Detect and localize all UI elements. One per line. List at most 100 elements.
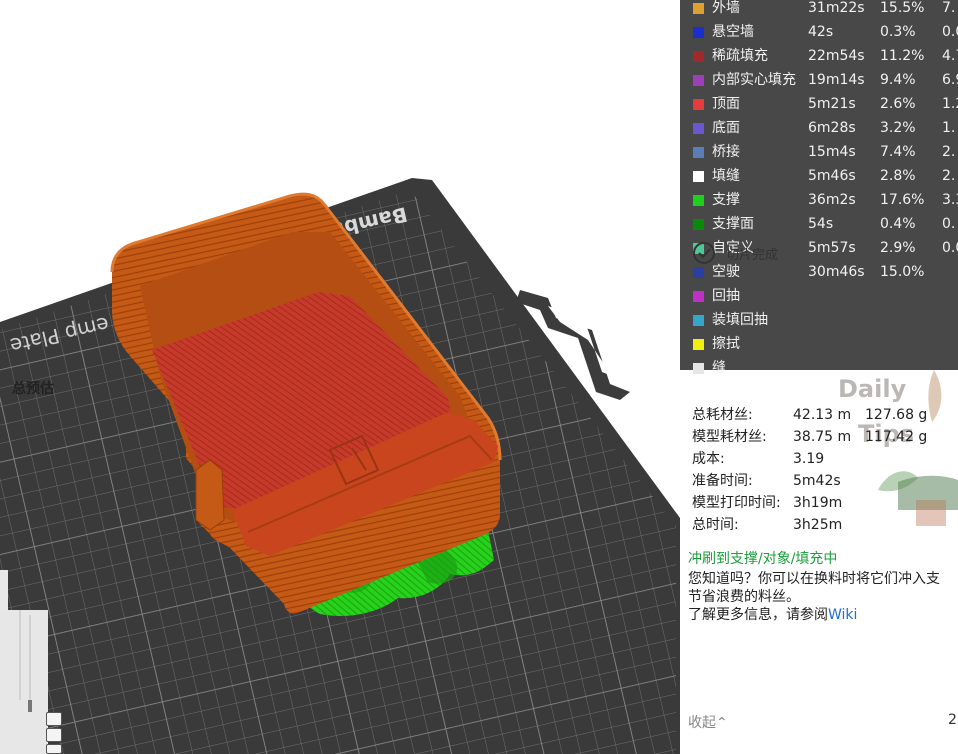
legend-item-percent: 9.4% bbox=[880, 72, 916, 88]
legend-item-time: 22m54s bbox=[808, 48, 865, 64]
legend-item-name: 擦拭 bbox=[712, 336, 740, 352]
tip-title: 冲刷到支撑/对象/填充中 bbox=[688, 551, 838, 567]
legend-swatch bbox=[693, 363, 704, 374]
legend-item-extra: 2. bbox=[942, 168, 956, 184]
legend-item-percent: 15.0% bbox=[880, 264, 925, 280]
legend-swatch bbox=[693, 3, 704, 14]
legend-item-percent: 0.3% bbox=[880, 24, 916, 40]
legend-item-name: 外墙 bbox=[712, 0, 740, 16]
estimate-row: 成本: 3.19 bbox=[680, 448, 958, 470]
estimate-value: 42.13 m bbox=[793, 407, 852, 423]
estimate-label: 模型耗材丝: bbox=[692, 429, 767, 445]
legend-item-name: 装填回抽 bbox=[712, 312, 768, 328]
estimate-label: 模型打印时间: bbox=[692, 495, 781, 511]
legend-item-percent: 2.6% bbox=[880, 96, 916, 112]
slice-status-label: 切片完成 bbox=[726, 247, 779, 263]
legend-item: 支撑 36m2s 17.6% 3.3 bbox=[680, 188, 958, 212]
estimate-label: 准备时间: bbox=[692, 473, 753, 489]
estimate-row: 模型打印时间: 3h19m bbox=[680, 492, 958, 514]
tip-line-1: 您知道吗？你可以在换料时将它们冲入支 bbox=[688, 571, 940, 587]
legend-swatch bbox=[693, 123, 704, 134]
estimate-weight: 127.68 g bbox=[865, 407, 928, 423]
legend-swatch bbox=[693, 195, 704, 206]
legend-item-percent: 3.2% bbox=[880, 120, 916, 136]
legend-item-percent: 11.2% bbox=[880, 48, 925, 64]
legend-item-extra: 1. bbox=[942, 120, 956, 136]
page-number: 2 bbox=[948, 712, 957, 728]
legend-swatch bbox=[693, 219, 704, 230]
legend-item-percent: 17.6% bbox=[880, 192, 925, 208]
legend-item-extra: 0. bbox=[942, 216, 956, 232]
legend-item: 顶面 5m21s 2.6% 1.2 bbox=[680, 92, 958, 116]
legend-item-name: 回抽 bbox=[712, 288, 740, 304]
tip-line-2: 节省浪费的料丝。 bbox=[688, 589, 800, 605]
legend-item: 外墙 31m22s 15.5% 7. bbox=[680, 0, 958, 20]
legend-swatch bbox=[693, 315, 704, 326]
legend-item-extra: 0.0 bbox=[942, 24, 958, 40]
legend-item-time: 30m46s bbox=[808, 264, 865, 280]
legend-item-name: 内部实心填充 bbox=[712, 72, 796, 88]
legend-item-extra: 0.0 bbox=[942, 240, 958, 256]
tip-line-3: 了解更多信息，请参阅Wiki bbox=[688, 604, 857, 624]
legend-item-percent: 15.5% bbox=[880, 0, 925, 16]
tip-line-3-text: 了解更多信息，请参阅 bbox=[688, 607, 828, 623]
legend-item-percent: 0.4% bbox=[880, 216, 916, 232]
legend-item-time: 42s bbox=[808, 24, 834, 40]
legend-item-time: 31m22s bbox=[808, 0, 865, 16]
legend-item-extra: 7. bbox=[942, 0, 956, 16]
estimate-label: 成本: bbox=[692, 451, 725, 467]
legend-item-name: 填缝 bbox=[712, 168, 740, 184]
legend-item: 擦拭 bbox=[680, 332, 958, 356]
notification-panel: 冲刷到支撑/对象/填充中 您知道吗？你可以在换料时将它们冲入支 节省浪费的料丝。… bbox=[680, 542, 958, 754]
legend-item: 稀疏填充 22m54s 11.2% 4.7 bbox=[680, 44, 958, 68]
legend-item-time: 15m4s bbox=[808, 144, 856, 160]
estimate-row: 模型耗材丝: 38.75 m 117.42 g bbox=[680, 426, 958, 448]
legend-item-name: 缝 bbox=[712, 360, 726, 376]
estimate-value: 3h25m bbox=[793, 517, 843, 533]
legend-item: 悬空墙 42s 0.3% 0.0 bbox=[680, 20, 958, 44]
legend-item-time: 5m46s bbox=[808, 168, 856, 184]
legend-item-extra: 6.9 bbox=[942, 72, 958, 88]
legend-item: 装填回抽 bbox=[680, 308, 958, 332]
estimate-value: 3.19 bbox=[793, 451, 825, 467]
legend-item-time: 5m57s bbox=[808, 240, 856, 256]
legend-item-name: 支撑面 bbox=[712, 216, 754, 232]
legend-item-name: 悬空墙 bbox=[712, 24, 754, 40]
legend-item: 桥接 15m4s 7.4% 2. bbox=[680, 140, 958, 164]
legend-swatch bbox=[693, 147, 704, 158]
legend-item: 回抽 bbox=[680, 284, 958, 308]
legend-item-extra: 1.2 bbox=[942, 96, 958, 112]
legend-item-extra: 4.7 bbox=[942, 48, 958, 64]
layer-down-icon[interactable] bbox=[46, 728, 62, 742]
legend-item-name: 顶面 bbox=[712, 96, 740, 112]
legend-swatch bbox=[693, 99, 704, 110]
legend-swatch bbox=[693, 27, 704, 38]
estimate-value: 38.75 m bbox=[793, 429, 852, 445]
legend-item: 缝 bbox=[680, 356, 958, 380]
legend-item-name: 支撑 bbox=[712, 192, 740, 208]
legend-item: 底面 6m28s 3.2% 1. bbox=[680, 116, 958, 140]
layer-slider-icon[interactable] bbox=[46, 744, 62, 754]
slice-status-badge: 切片完成 bbox=[692, 238, 778, 268]
legend-item-time: 36m2s bbox=[808, 192, 856, 208]
legend-swatch bbox=[693, 291, 704, 302]
estimate-weight: 117.42 g bbox=[865, 429, 928, 445]
layer-up-icon[interactable] bbox=[46, 712, 62, 726]
estimate-row: 准备时间: 5m42s bbox=[680, 470, 958, 492]
collapse-button[interactable]: 收起⌃ bbox=[688, 712, 728, 732]
wiki-link[interactable]: Wiki bbox=[828, 607, 857, 623]
estimate-label: 总时间: bbox=[692, 517, 739, 533]
legend-item-name: 稀疏填充 bbox=[712, 48, 768, 64]
legend-item: 支撑面 54s 0.4% 0. bbox=[680, 212, 958, 236]
legend-item-name: 桥接 bbox=[712, 144, 740, 160]
legend-swatch bbox=[693, 171, 704, 182]
legend-swatch bbox=[693, 75, 704, 86]
estimate-title: 总预估 bbox=[12, 381, 54, 397]
legend-item-time: 19m14s bbox=[808, 72, 865, 88]
estimate-label: 总耗材丝: bbox=[692, 407, 753, 423]
legend-item: 填缝 5m46s 2.8% 2. bbox=[680, 164, 958, 188]
legend-item-time: 54s bbox=[808, 216, 834, 232]
legend-item-time: 5m21s bbox=[808, 96, 856, 112]
legend-item-percent: 7.4% bbox=[880, 144, 916, 160]
legend-item: 内部实心填充 19m14s 9.4% 6.9 bbox=[680, 68, 958, 92]
